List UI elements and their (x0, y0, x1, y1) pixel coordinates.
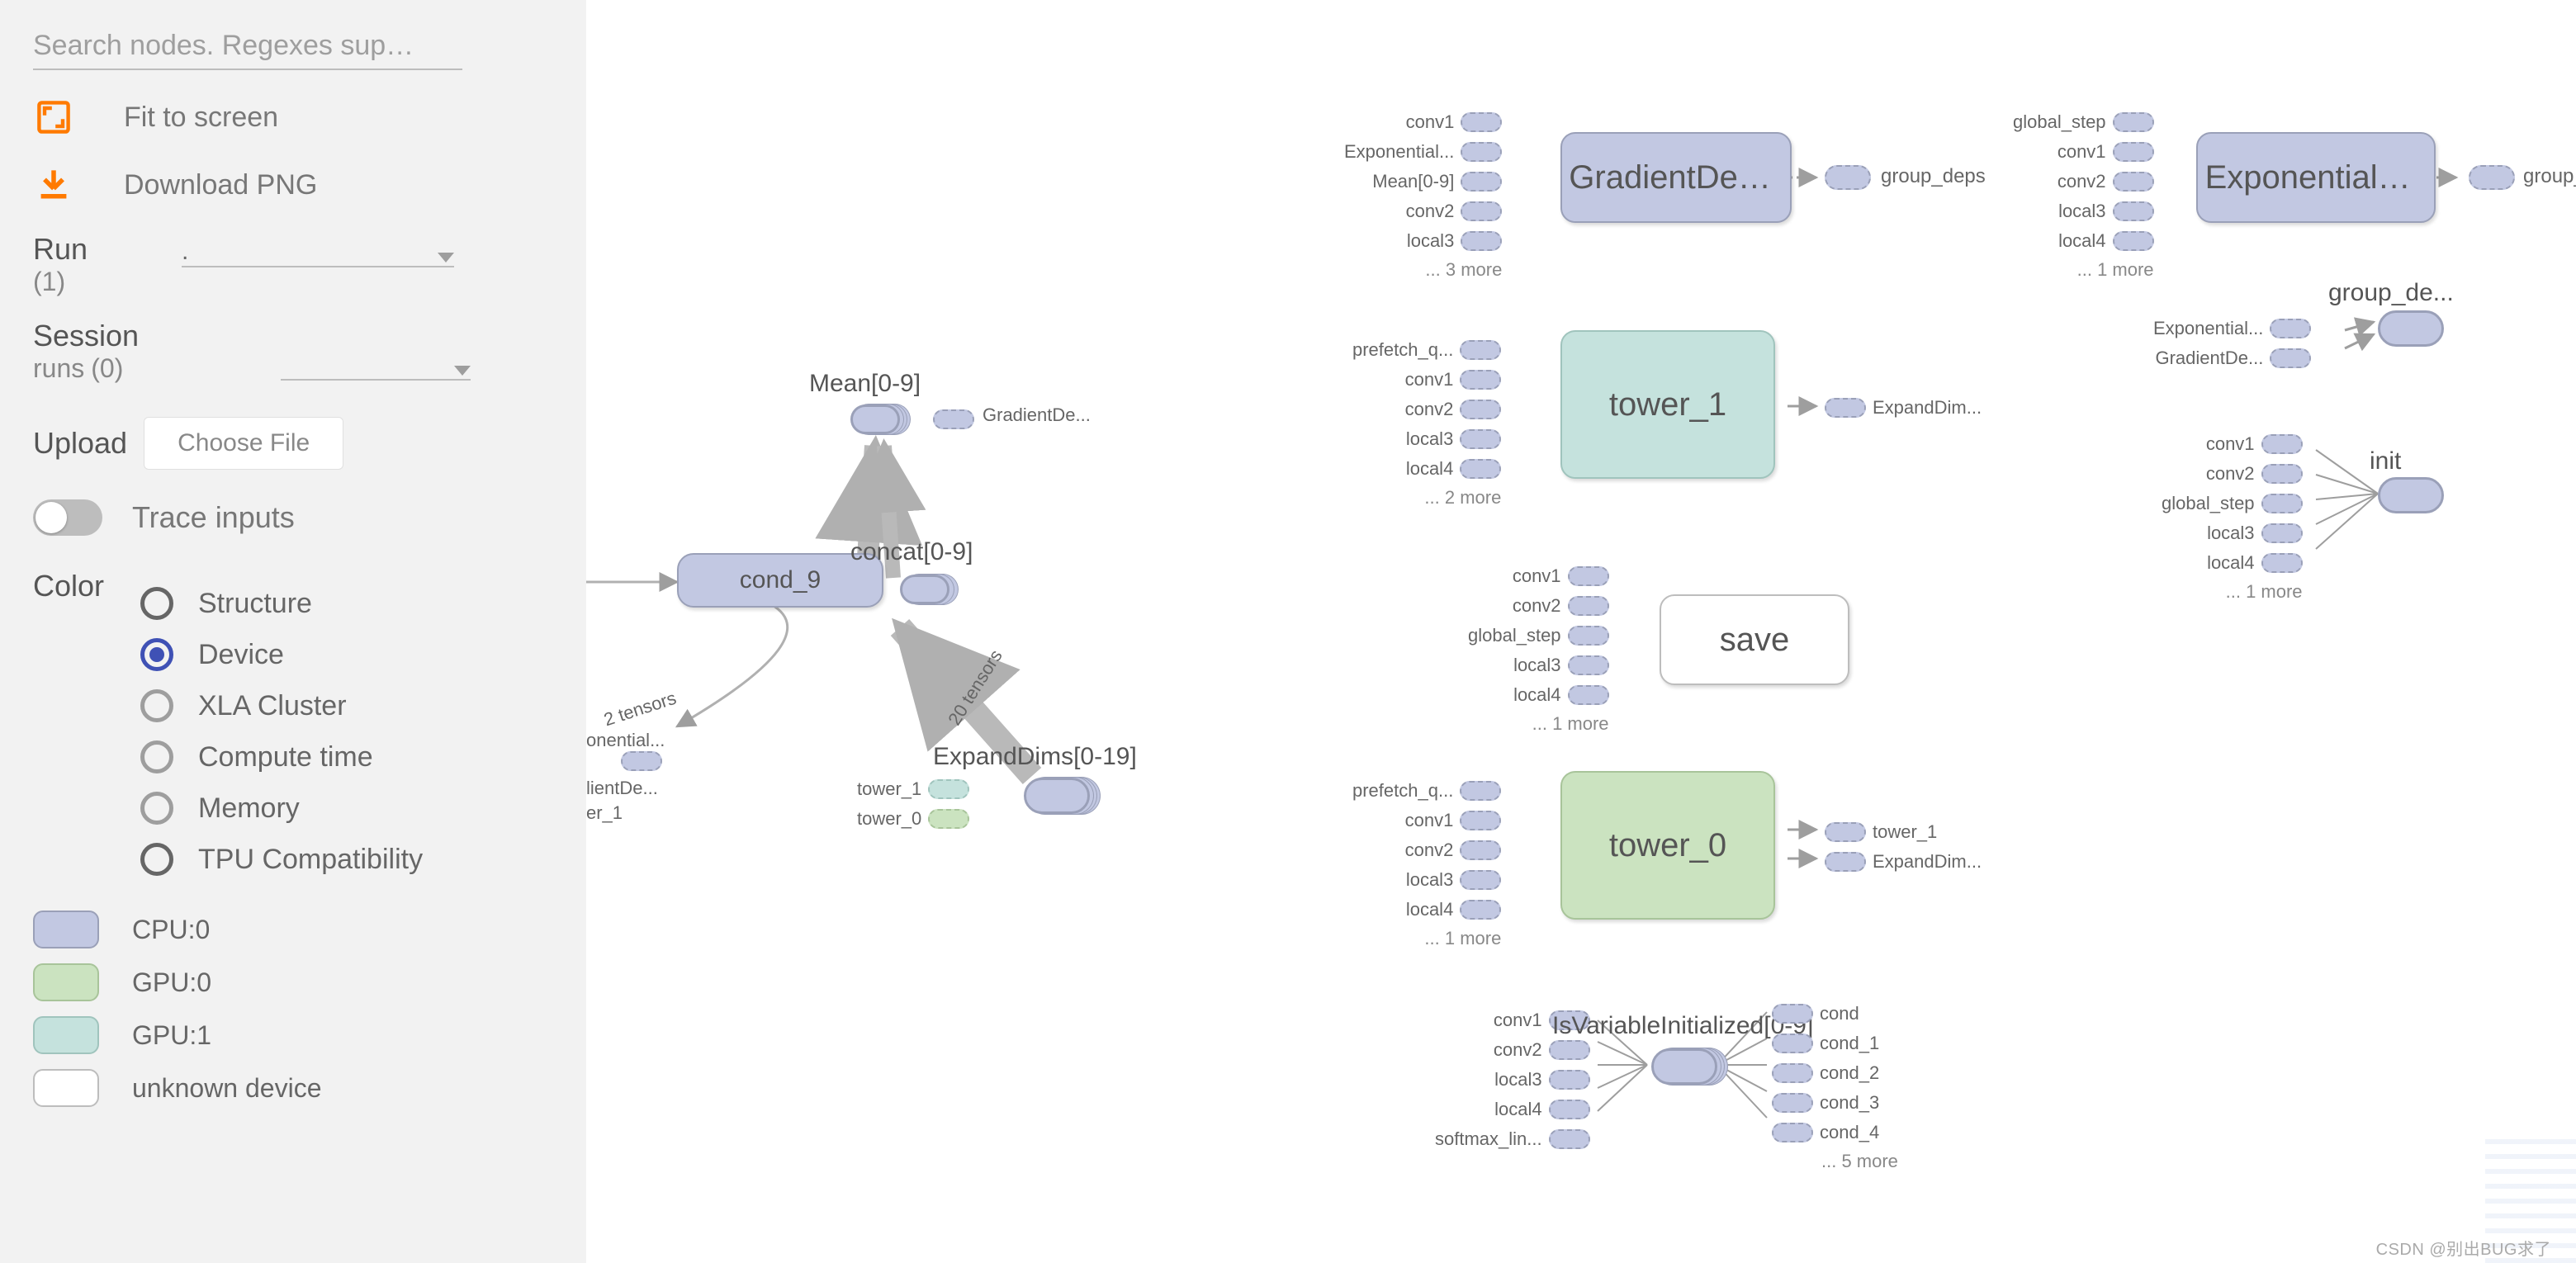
pill-label-mean-out: GradientDe... (983, 404, 1091, 426)
fit-to-screen-button[interactable]: Fit to screen (33, 97, 553, 138)
color-radio-group: Structure Device XLA Cluster Compute tim… (140, 569, 423, 894)
color-option-xla[interactable]: XLA Cluster (140, 689, 423, 722)
fit-label: Fit to screen (124, 102, 278, 134)
inputs-tower0: prefetch_q... conv1 conv2 local3 local4 … (1346, 776, 1501, 949)
radio-icon (140, 843, 173, 876)
download-icon (33, 164, 74, 206)
edge-in-label: lientDe... (586, 778, 658, 799)
inputs-save: conv1 conv2 global_step local3 local4 ..… (1461, 561, 1609, 735)
chevron-down-icon (454, 366, 471, 376)
search-input[interactable] (33, 25, 462, 70)
radio-icon (140, 740, 173, 773)
swatch-gpu1 (33, 1016, 99, 1054)
trace-inputs-toggle[interactable] (33, 499, 102, 536)
inputs-exmov: global_step conv1 conv2 local3 local4 ..… (2006, 107, 2154, 281)
color-option-compute[interactable]: Compute time (140, 740, 423, 773)
color-option-device[interactable]: Device (140, 638, 423, 671)
watermark-text: CSDN @别出BUG求了 (2376, 1236, 2551, 1260)
fit-screen-icon (33, 97, 74, 138)
radio-icon (140, 792, 173, 825)
node-label-concat: concat[0-9] (850, 538, 973, 566)
color-option-structure[interactable]: Structure (140, 587, 423, 620)
download-label: Download PNG (124, 169, 317, 201)
outputs-tower0: tower_1 ExpandDim... (1825, 817, 1982, 877)
chevron-down-icon (438, 253, 454, 263)
color-label: Color (33, 569, 140, 603)
node-tower-1[interactable]: tower_1 (1560, 330, 1775, 479)
pill-edge (621, 751, 662, 771)
session-label: Session (33, 319, 182, 353)
swatch-unknown (33, 1069, 99, 1107)
choose-file-button[interactable]: Choose File (144, 417, 343, 470)
radio-icon (140, 587, 173, 620)
node-exponentialmoving[interactable]: ExponentialMovi... (2196, 132, 2436, 223)
label-group-de: group_de... (2328, 279, 2454, 307)
node-label-mean: Mean[0-9] (809, 370, 921, 398)
label-group-deps: group_deps (2523, 165, 2576, 188)
graph-canvas[interactable]: cond_9 onential... lientDe... er_1 2 ten… (586, 0, 2576, 1263)
session-sub: runs (33, 353, 84, 384)
swatch-cpu0 (33, 911, 99, 948)
op-mean[interactable] (850, 404, 900, 434)
op-expanddims[interactable] (1024, 778, 1090, 814)
edge-in-label: er_1 (586, 802, 623, 824)
run-label: Run (33, 232, 182, 267)
edge-tensors-label: 2 tensors (601, 688, 679, 731)
op-init[interactable] (2378, 477, 2444, 513)
pill-group-deps (2469, 165, 2515, 190)
inputs-tower1: prefetch_q... conv1 conv2 local3 local4 … (1346, 335, 1501, 509)
pill-group-deps (1825, 165, 1871, 190)
op-isvar[interactable] (1651, 1048, 1717, 1085)
session-count: (0) (91, 353, 123, 384)
edge-tensors-label: 20 tensors (944, 646, 1006, 730)
color-option-tpu[interactable]: TPU Compatibility (140, 843, 423, 876)
radio-icon (140, 689, 173, 722)
inputs-init: conv1 conv2 global_step local3 local4 ..… (2155, 429, 2303, 603)
edge-in-label: onential... (586, 730, 665, 751)
node-tower-0[interactable]: tower_0 (1560, 771, 1775, 920)
node-save[interactable]: save (1660, 594, 1849, 685)
upload-label: Upload (33, 426, 127, 461)
sidebar: Fit to screen Download PNG Run (1) . Ses… (0, 0, 586, 1263)
radio-icon (140, 638, 173, 671)
session-select[interactable] (281, 356, 471, 381)
swatch-gpu0 (33, 963, 99, 1001)
pill-mean-out (933, 409, 974, 429)
label-init: init (2370, 447, 2401, 475)
node-gradientdescent[interactable]: GradientDesc... (1560, 132, 1792, 223)
label-group-deps: group_deps (1881, 165, 1986, 188)
op-concat[interactable] (900, 575, 949, 604)
node-label-expanddims: ExpandDims[0-19] (933, 743, 1137, 771)
download-png-button[interactable]: Download PNG (33, 164, 553, 206)
outputs-isvar: cond cond_1 cond_2 cond_3 cond_4 ... 5 m… (1772, 999, 1898, 1172)
run-select[interactable]: . (182, 243, 454, 267)
trace-label: Trace inputs (132, 500, 295, 535)
outputs-tower1: ExpandDim... (1825, 393, 1982, 423)
inputs-graddesc: conv1 Exponential... Mean[0-9] conv2 loc… (1338, 107, 1502, 281)
inputs-grpde: Exponential... GradientDe... (2147, 314, 2311, 373)
color-option-memory[interactable]: Memory (140, 792, 423, 825)
op-group-de[interactable] (2378, 310, 2444, 347)
run-count: (1) (33, 267, 182, 297)
run-value: . (182, 238, 188, 266)
device-legend: CPU:0 GPU:0 GPU:1 unknown device (33, 911, 553, 1107)
